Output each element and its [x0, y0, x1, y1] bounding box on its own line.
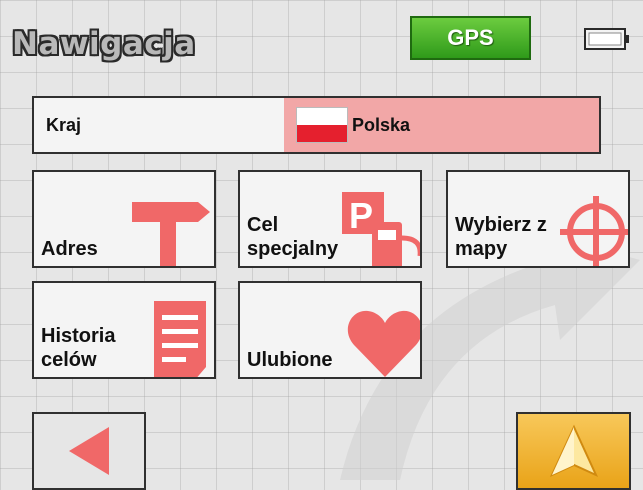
battery-icon — [584, 28, 629, 50]
country-value-cell: Polska — [284, 98, 599, 152]
destination-history-button[interactable]: Historia celów — [32, 281, 216, 379]
document-list-icon — [154, 301, 206, 377]
back-button[interactable] — [32, 412, 146, 490]
favorites-button[interactable]: Ulubione — [238, 281, 422, 379]
country-value: Polska — [352, 114, 411, 135]
crosshair-icon — [560, 196, 628, 266]
favorites-label: Ulubione — [247, 349, 333, 371]
navigation-arrow-icon — [549, 424, 598, 478]
svg-text:P: P — [349, 195, 373, 236]
poland-flag-icon — [296, 107, 348, 143]
special-destination-button[interactable]: P Cel specjalny — [238, 170, 422, 268]
select-from-map-button[interactable]: Wybierz z mapy — [446, 170, 630, 268]
select-from-map-label: Wybierz z mapy — [455, 214, 547, 260]
parking-fuel-icon: P — [342, 192, 420, 266]
destination-history-label: Historia celów — [41, 325, 116, 371]
country-label: Kraj — [46, 114, 82, 135]
country-label-cell: Kraj — [34, 98, 284, 152]
address-label: Adres — [41, 238, 98, 260]
gps-status-button[interactable]: GPS — [410, 16, 531, 60]
heart-icon — [348, 310, 420, 377]
back-arrow-icon — [69, 427, 109, 475]
country-selector[interactable]: Kraj Polska — [32, 96, 601, 154]
page-title: Nawigacja — [12, 26, 196, 62]
navigate-button[interactable] — [516, 412, 631, 490]
signpost-icon — [132, 202, 210, 266]
special-destination-label: Cel specjalny — [247, 214, 339, 260]
address-button[interactable]: Adres — [32, 170, 216, 268]
gps-label: GPS — [447, 25, 494, 50]
